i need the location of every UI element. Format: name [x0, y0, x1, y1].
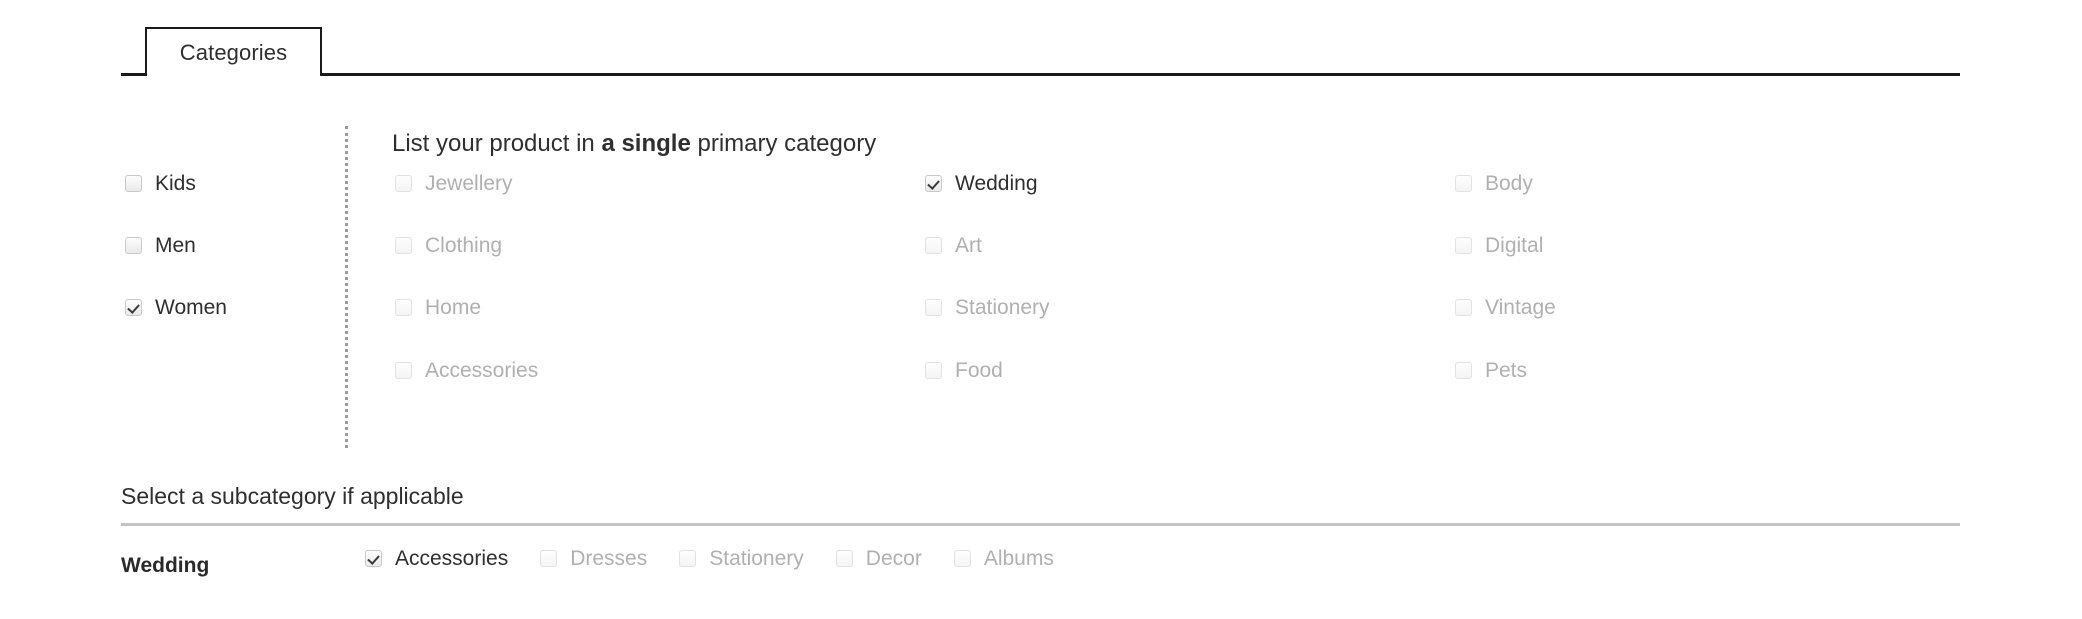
checkbox-label-sub-decor: Decor — [865, 547, 922, 570]
checkbox-kids[interactable] — [125, 175, 142, 192]
checkbox-label-sub-accessories: Accessories — [395, 547, 509, 570]
checkbox-digital[interactable] — [1455, 237, 1472, 254]
checkbox-row-vintage[interactable]: Vintage — [1455, 297, 1556, 318]
checkbox-home[interactable] — [395, 299, 412, 316]
checkbox-row-sub-stationery[interactable]: Stationery — [679, 548, 804, 569]
checkbox-vintage[interactable] — [1455, 299, 1472, 316]
checkbox-row-sub-dresses[interactable]: Dresses — [540, 548, 647, 569]
checkbox-stationery[interactable] — [925, 299, 942, 316]
checkbox-label-stationery: Stationery — [955, 296, 1050, 319]
heading-prefix: List your product in — [392, 130, 602, 157]
checkbox-label-sub-dresses: Dresses — [570, 547, 648, 570]
checkbox-row-jewellery[interactable]: Jewellery — [395, 173, 513, 194]
checkbox-row-sub-decor[interactable]: Decor — [835, 547, 922, 570]
primary-category-section: List your product in a single primary ca… — [0, 76, 2082, 526]
heading-emphasis: a single — [601, 130, 691, 157]
checkbox-wedding[interactable] — [925, 175, 942, 192]
checkbox-row-stationery[interactable]: Stationery — [925, 297, 1050, 318]
checkbox-sub-decor[interactable] — [835, 550, 853, 567]
checkbox-label-clothing: Clothing — [425, 234, 503, 257]
checkbox-body[interactable] — [1455, 175, 1472, 192]
checkbox-row-sub-albums[interactable]: Albums — [953, 547, 1054, 570]
checkbox-row-art[interactable]: Art — [925, 235, 982, 256]
checkbox-row-accessories[interactable]: Accessories — [395, 360, 538, 381]
checkbox-jewellery[interactable] — [395, 175, 412, 192]
checkbox-label-men: Men — [155, 234, 196, 257]
checkbox-label-wedding: Wedding — [955, 172, 1038, 195]
checkbox-row-sub-accessories[interactable]: Accessories — [365, 548, 508, 569]
subcategory-options: Accessories Dresses Stationery Decor Alb… — [365, 548, 1086, 569]
checkbox-label-home: Home — [425, 296, 482, 319]
heading-suffix: primary category — [690, 130, 877, 157]
checkbox-sub-stationery[interactable] — [679, 550, 697, 567]
checkbox-label-body: Body — [1485, 172, 1533, 195]
checkbox-row-body[interactable]: Body — [1455, 173, 1533, 194]
checkbox-row-kids[interactable]: Kids — [125, 173, 196, 194]
checkbox-label-accessories: Accessories — [425, 359, 539, 382]
subcategory-group-label: Wedding — [121, 554, 210, 577]
checkbox-row-digital[interactable]: Digital — [1455, 235, 1543, 256]
checkbox-label-food: Food — [955, 359, 1003, 382]
checkbox-art[interactable] — [925, 237, 942, 254]
checkbox-row-food[interactable]: Food — [925, 360, 1003, 381]
checkbox-label-sub-stationery: Stationery — [709, 547, 804, 570]
checkbox-label-art: Art — [955, 234, 982, 257]
subcategory-title: Select a subcategory if applicable — [121, 483, 464, 509]
tab-categories[interactable]: Categories — [145, 27, 322, 76]
tab-categories-label: Categories — [179, 39, 288, 65]
checkbox-row-home[interactable]: Home — [395, 297, 481, 318]
checkbox-label-digital: Digital — [1485, 234, 1544, 257]
checkbox-food[interactable] — [925, 362, 942, 379]
checkbox-label-jewellery: Jewellery — [425, 172, 513, 195]
checkbox-row-clothing[interactable]: Clothing — [395, 235, 502, 256]
checkbox-row-women[interactable]: Women — [125, 297, 227, 318]
checkbox-sub-dresses[interactable] — [540, 550, 558, 567]
checkbox-sub-accessories[interactable] — [365, 550, 382, 567]
vertical-dotted-divider — [345, 126, 348, 448]
checkbox-sub-albums[interactable] — [953, 550, 971, 567]
checkbox-label-kids: Kids — [155, 172, 196, 195]
checkbox-label-sub-albums: Albums — [983, 547, 1054, 570]
tab-strip: Categories — [0, 0, 2082, 76]
checkbox-row-pets[interactable]: Pets — [1455, 360, 1527, 381]
checkbox-row-men[interactable]: Men — [125, 235, 196, 256]
checkbox-clothing[interactable] — [395, 237, 412, 254]
checkbox-label-pets: Pets — [1485, 359, 1528, 382]
checkbox-accessories[interactable] — [395, 362, 412, 379]
subcategory-section: Select a subcategory if applicable Weddi… — [0, 450, 2082, 619]
checkbox-label-vintage: Vintage — [1485, 296, 1556, 319]
checkbox-women[interactable] — [125, 299, 142, 316]
checkbox-row-wedding[interactable]: Wedding — [925, 173, 1038, 194]
checkbox-men[interactable] — [125, 237, 142, 254]
checkbox-label-women: Women — [155, 296, 227, 319]
checkbox-pets[interactable] — [1455, 362, 1472, 379]
primary-category-heading: List your product in a single primary ca… — [392, 132, 876, 156]
